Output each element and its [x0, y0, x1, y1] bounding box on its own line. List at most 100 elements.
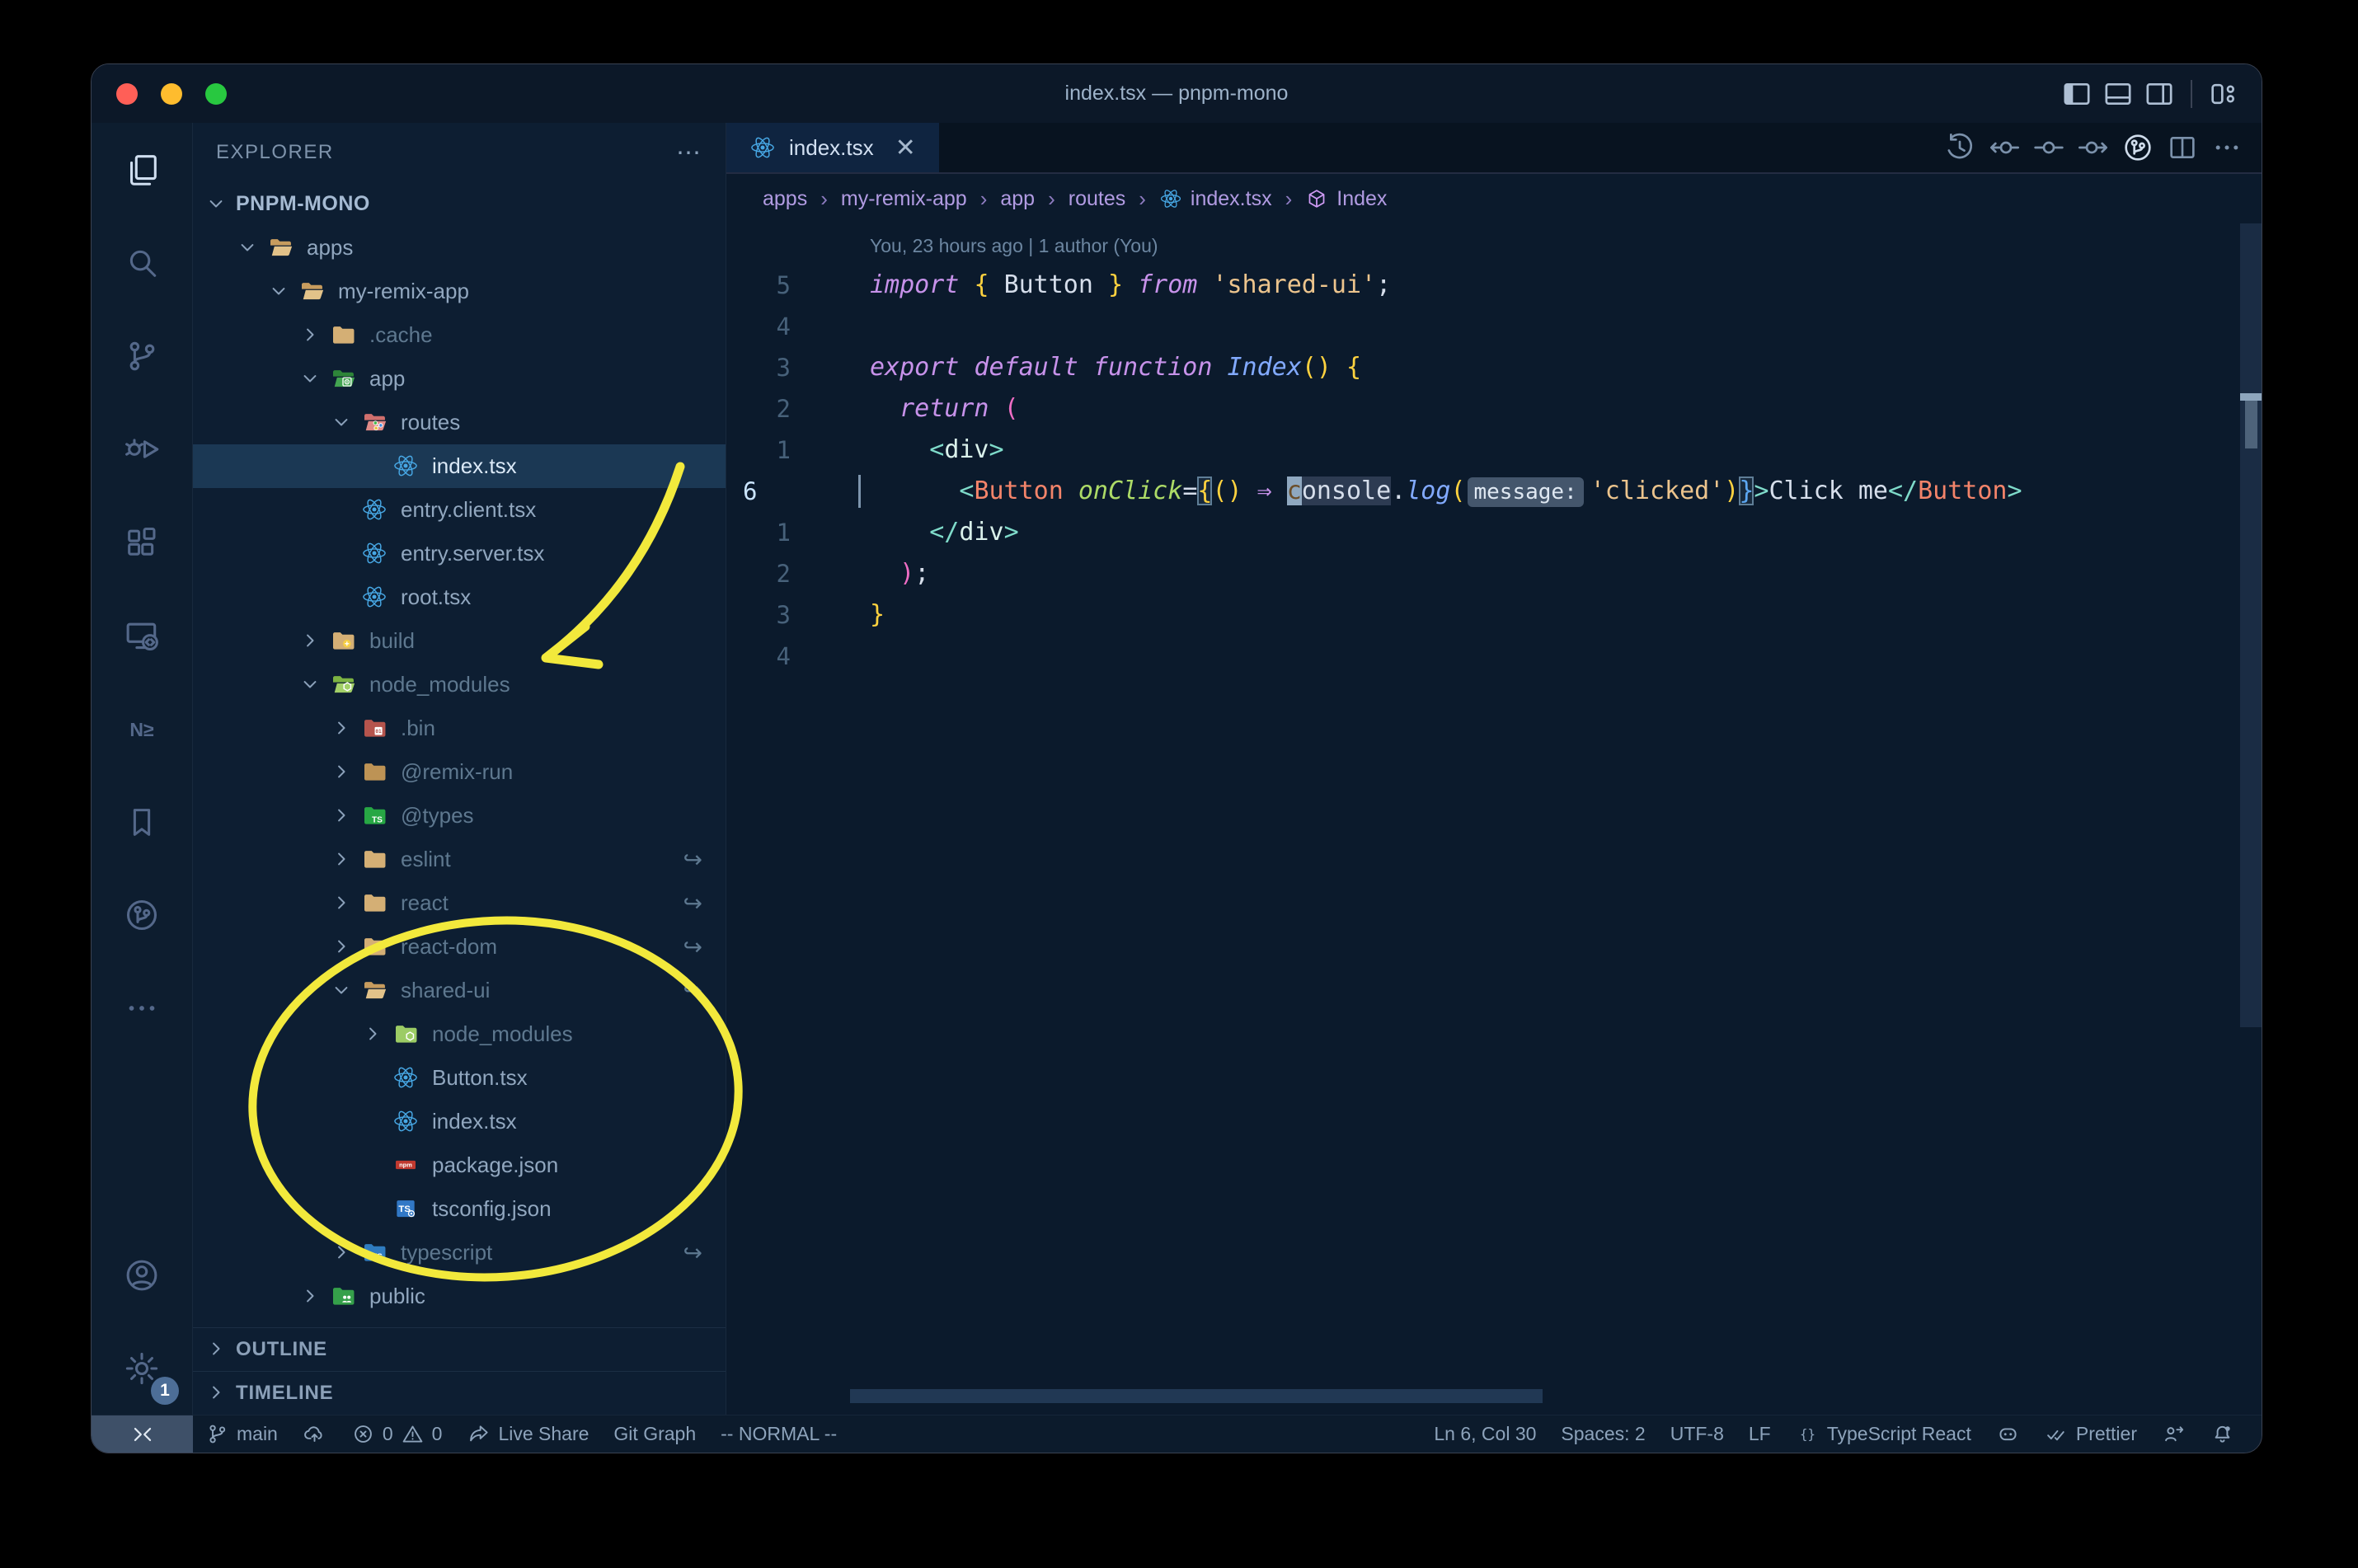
breadcrumb-index[interactable]: Index	[1305, 187, 1387, 211]
status-publish-changes[interactable]	[290, 1415, 339, 1453]
code-line[interactable]: 2 );	[726, 553, 2262, 594]
vertical-scrollbar[interactable]	[2240, 223, 2262, 1027]
code-line[interactable]: 4	[726, 636, 2262, 677]
react-icon	[1159, 187, 1182, 210]
sidebar-section-outline[interactable]: OUTLINE	[193, 1327, 726, 1371]
explorer-more-actions-icon[interactable]: ⋯	[676, 138, 702, 167]
activity-search[interactable]	[92, 216, 192, 309]
breadcrumb-my-remix-app[interactable]: my-remix-app	[841, 187, 967, 211]
remote-indicator[interactable]	[92, 1415, 193, 1453]
breadcrumb-apps[interactable]: apps	[763, 187, 807, 211]
tree-item-entry-client-tsx[interactable]: entry.client.tsx	[193, 488, 726, 532]
code-line[interactable]: 4	[726, 306, 2262, 347]
code-line[interactable]: 2 return (	[726, 388, 2262, 430]
tree-item--bin[interactable]: 01 .bin	[193, 707, 726, 750]
tree-item-apps[interactable]: apps	[193, 226, 726, 270]
folder-nm-open-icon	[330, 671, 363, 699]
tree-item-react-dom[interactable]: react-dom ↪	[193, 925, 726, 969]
tree-item-index-tsx[interactable]: index.tsx	[193, 1100, 726, 1143]
code-line[interactable]: 1 <div>	[726, 430, 2262, 471]
activity-explorer[interactable]	[92, 123, 192, 216]
commit-next-icon[interactable]	[2077, 131, 2110, 164]
code-line[interactable]: 3 export default function Index() {	[726, 347, 2262, 388]
status-cursor-position[interactable]: Ln 6, Col 30	[1421, 1423, 1548, 1445]
maximize-window-button[interactable]	[205, 82, 227, 105]
status-vim-mode[interactable]: -- NORMAL --	[708, 1415, 849, 1453]
commit-current-icon[interactable]	[2032, 131, 2065, 164]
tree-item-typescript[interactable]: TS typescript ↪	[193, 1231, 726, 1275]
minimize-window-button[interactable]	[161, 82, 182, 105]
tree-item-routes[interactable]: routes	[193, 401, 726, 444]
breadcrumb-routes[interactable]: routes	[1069, 187, 1125, 211]
tree-item-tsconfig-json[interactable]: TS tsconfig.json	[193, 1187, 726, 1231]
tree-item-index-tsx[interactable]: index.tsx	[193, 444, 726, 488]
split-editor-icon[interactable]	[2166, 131, 2199, 164]
tsconfig-icon: TS	[392, 1195, 425, 1223]
tree-item-node-modules[interactable]: node_modules	[193, 663, 726, 707]
tree-item-shared-ui[interactable]: shared-ui ↪	[193, 969, 726, 1012]
layout-customize-icon[interactable]	[2207, 77, 2240, 110]
tab-close-icon[interactable]: ✕	[895, 134, 916, 162]
code-line[interactable]: 1 </div>	[726, 512, 2262, 553]
tree-root[interactable]: PNPM-MONO	[193, 182, 726, 226]
status-language-mode[interactable]: {} TypeScript React	[1783, 1422, 1984, 1446]
tree-item-root-tsx[interactable]: root.tsx	[193, 575, 726, 619]
status-formatter[interactable]: Prettier	[2032, 1422, 2149, 1446]
status-problems[interactable]: 00	[339, 1415, 455, 1453]
activity-settings[interactable]: 1	[92, 1322, 192, 1415]
tree-item-button-tsx[interactable]: Button.tsx	[193, 1056, 726, 1100]
more-actions-icon[interactable]	[2210, 131, 2243, 164]
tree-item-build[interactable]: build	[193, 619, 726, 663]
activity-gitlens[interactable]	[92, 868, 192, 961]
code-line[interactable]: 5 import { Button } from 'shared-ui';	[726, 265, 2262, 306]
status-feedback[interactable]	[2149, 1422, 2198, 1446]
tree-item-node-modules[interactable]: node_modules	[193, 1012, 726, 1056]
tree-item-react[interactable]: react ↪	[193, 881, 726, 925]
tree-item--types[interactable]: TS @types	[193, 794, 726, 838]
close-window-button[interactable]	[116, 82, 138, 105]
tree-item-entry-server-tsx[interactable]: entry.server.tsx	[193, 532, 726, 575]
code-line[interactable]: 3}	[726, 594, 2262, 636]
activity-extensions[interactable]	[92, 495, 192, 589]
search-icon	[123, 244, 161, 282]
status-indentation[interactable]: Spaces: 2	[1548, 1423, 1657, 1445]
gitlens-graph-icon[interactable]	[2121, 131, 2154, 164]
activity-accounts[interactable]	[92, 1228, 192, 1322]
status-copilot[interactable]	[1984, 1422, 2032, 1446]
activity-more-views[interactable]	[92, 961, 192, 1054]
code-area[interactable]: You, 23 hours ago | 1 author (You) 5 impor…	[726, 223, 2262, 1415]
tab-index-tsx[interactable]: index.tsx ✕	[726, 123, 939, 172]
folder-nm-icon	[392, 1021, 425, 1049]
tree-item-eslint[interactable]: eslint ↪	[193, 838, 726, 881]
status-branch[interactable]: main	[193, 1415, 290, 1453]
activity-run-debug[interactable]	[92, 402, 192, 495]
commit-prev-icon[interactable]	[1988, 131, 2021, 164]
tree-item--cache[interactable]: .cache	[193, 313, 726, 357]
activity-bookmarks[interactable]	[92, 775, 192, 868]
status-live-share[interactable]: Live Share	[454, 1415, 601, 1453]
chevron-down-icon	[330, 979, 361, 1003]
tree-item-public[interactable]: public	[193, 1275, 726, 1318]
svg-text:TS: TS	[372, 815, 383, 824]
tree-item--remix-run[interactable]: @remix-run	[193, 750, 726, 794]
activity-nx-console[interactable]: N≥	[92, 682, 192, 775]
status-eol[interactable]: LF	[1736, 1423, 1783, 1445]
horizontal-scrollbar[interactable]	[850, 1389, 1543, 1403]
tree-item-package-json[interactable]: npm package.json	[193, 1143, 726, 1187]
status-encoding[interactable]: UTF-8	[1658, 1423, 1736, 1445]
breadcrumb-app[interactable]: app	[1000, 187, 1035, 211]
status-git-graph[interactable]: Git Graph	[601, 1415, 708, 1453]
activity-remote-explorer[interactable]	[92, 589, 192, 682]
layout-secondary-icon[interactable]	[2143, 77, 2176, 110]
tree-item-my-remix-app[interactable]: my-remix-app	[193, 270, 726, 313]
sidebar-section-timeline[interactable]: TIMELINE	[193, 1371, 726, 1415]
code-line[interactable]: 6 <Button onClick={() ⇒ console.log(mess…	[726, 471, 2262, 512]
file-history-icon[interactable]	[1943, 131, 1976, 164]
tree-item-app[interactable]: app	[193, 357, 726, 401]
layout-panel-icon[interactable]	[2102, 77, 2135, 110]
layout-sidebar-icon[interactable]	[2060, 77, 2093, 110]
codelens[interactable]: You, 23 hours ago | 1 author (You)	[726, 227, 2262, 265]
activity-source-control[interactable]	[92, 309, 192, 402]
status-notifications[interactable]	[2198, 1422, 2247, 1446]
breadcrumb-index-tsx[interactable]: index.tsx	[1159, 187, 1272, 211]
